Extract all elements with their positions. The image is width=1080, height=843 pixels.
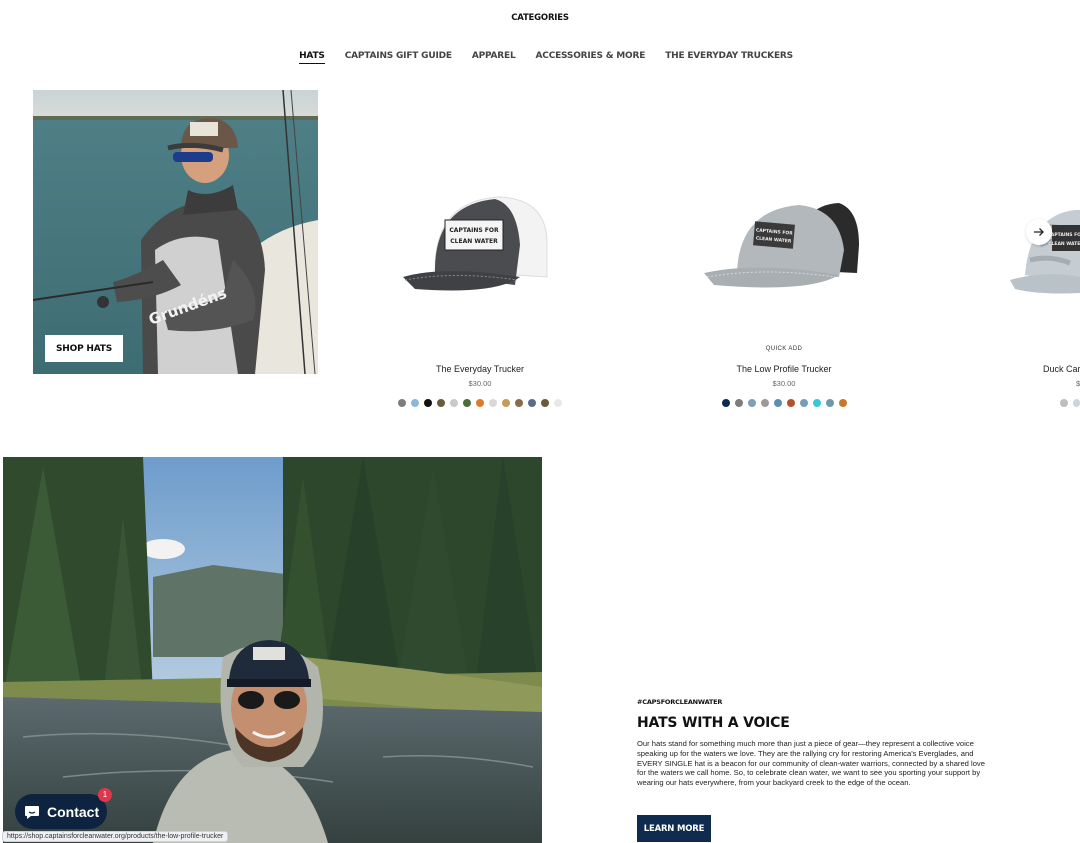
duck-camo-hat-image: CAPTAINS FOR CLEAN WATER (1010, 210, 1080, 294)
tab-everyday-truckers[interactable]: THE EVERYDAY TRUCKERS (665, 51, 793, 64)
promo-section: #CAPSFORCLEANWATER HATS WITH A VOICE Our… (637, 698, 985, 788)
color-swatch[interactable] (411, 399, 419, 407)
status-bar-url: https://shop.captainsforcleanwater.org/p… (2, 831, 229, 842)
product-price: $30.00 (468, 379, 492, 388)
quick-add-label[interactable] (1000, 340, 1080, 358)
color-swatch[interactable] (838, 399, 847, 407)
product-image[interactable]: CAPTAINS FOR CLEAN WATER (664, 150, 904, 340)
color-swatch[interactable] (515, 399, 523, 407)
product-name[interactable]: The Everyday Trucker (360, 364, 600, 374)
contact-chat-button[interactable]: Contact 1 (15, 788, 112, 829)
notification-badge: 1 (98, 788, 112, 802)
hat-logo-line-1: CAPTAINS FOR (449, 227, 499, 234)
hat-logo-line-1: CAPTAINS FOR (1048, 232, 1080, 238)
tab-accessories-more[interactable]: ACCESSORIES & MORE (536, 51, 646, 64)
category-tabs: HATS CAPTAINS GIFT GUIDE APPAREL ACCESSO… (0, 51, 1080, 64)
hero-fishing-image: Grundéns SHOP HATS (33, 90, 318, 374)
categories-heading: CATEGORIES (511, 13, 569, 23)
color-swatch[interactable] (734, 399, 743, 407)
color-swatch[interactable] (1060, 399, 1068, 407)
color-swatch[interactable] (398, 399, 406, 407)
tab-apparel[interactable]: APPAREL (472, 51, 516, 64)
river-lifestyle-image (3, 457, 542, 843)
fisherman-photo: Grundéns (33, 90, 318, 374)
product-name[interactable]: The Low Profile Trucker (664, 364, 904, 374)
color-swatch[interactable] (799, 399, 808, 407)
color-swatch[interactable] (786, 399, 795, 407)
chat-bubble-icon (25, 805, 39, 819)
hat-logo-line-2: CLEAN WATER (1048, 241, 1080, 247)
product-image[interactable]: CAPTAINS FOR CLEAN WATER (360, 150, 600, 340)
quick-add-label[interactable]: QUICK ADD (664, 340, 904, 358)
promo-body: Our hats stand for something much more t… (637, 739, 985, 788)
carousel-next-button[interactable] (1026, 219, 1052, 245)
color-swatches (1000, 399, 1080, 407)
color-swatch[interactable] (760, 399, 769, 407)
color-swatch[interactable] (721, 399, 730, 407)
color-swatch[interactable] (747, 399, 756, 407)
product-card[interactable]: CAPTAINS FOR CLEAN WATER QUICK ADD The L… (664, 150, 904, 407)
product-price: $30.00 (772, 379, 796, 388)
color-swatches (664, 399, 904, 407)
contact-label: Contact (47, 803, 100, 820)
hat-logo-line-2: CLEAN WATER (450, 238, 498, 245)
learn-more-button[interactable]: LEARN MORE (637, 815, 711, 842)
promo-hashtag: #CAPSFORCLEANWATER (637, 698, 723, 706)
product-price: $ (1076, 379, 1080, 388)
promo-title: HATS WITH A VOICE (637, 715, 790, 731)
quick-add-label[interactable] (360, 340, 600, 358)
color-swatch[interactable] (812, 399, 821, 407)
color-swatches (360, 399, 600, 407)
color-swatch[interactable] (502, 399, 510, 407)
color-swatch[interactable] (437, 399, 445, 407)
tab-captains-gift-guide[interactable]: CAPTAINS GIFT GUIDE (345, 51, 452, 64)
color-swatch[interactable] (450, 399, 458, 407)
product-image[interactable]: CAPTAINS FOR CLEAN WATER (1000, 150, 1080, 340)
color-swatch[interactable] (424, 399, 432, 407)
color-swatch[interactable] (489, 399, 497, 407)
color-swatch[interactable] (554, 399, 562, 407)
color-swatch[interactable] (528, 399, 536, 407)
product-card[interactable]: CAPTAINS FOR CLEAN WATER Duck Car $ (1000, 150, 1080, 407)
shop-hats-button[interactable]: SHOP HATS (45, 335, 124, 362)
product-name[interactable]: Duck Car (1000, 364, 1080, 374)
everyday-trucker-hat-image: CAPTAINS FOR CLEAN WATER (403, 196, 548, 291)
color-swatch[interactable] (476, 399, 484, 407)
tab-hats[interactable]: HATS (299, 51, 325, 64)
color-swatch[interactable] (773, 399, 782, 407)
river-photo (3, 457, 542, 843)
color-swatch[interactable] (541, 399, 549, 407)
product-card[interactable]: CAPTAINS FOR CLEAN WATER The Everyday Tr… (360, 150, 600, 407)
color-swatch[interactable] (1072, 399, 1080, 407)
color-swatch[interactable] (825, 399, 834, 407)
low-profile-trucker-hat-image: CAPTAINS FOR CLEAN WATER (704, 203, 859, 288)
arrow-right-icon (1034, 228, 1044, 236)
color-swatch[interactable] (463, 399, 471, 407)
